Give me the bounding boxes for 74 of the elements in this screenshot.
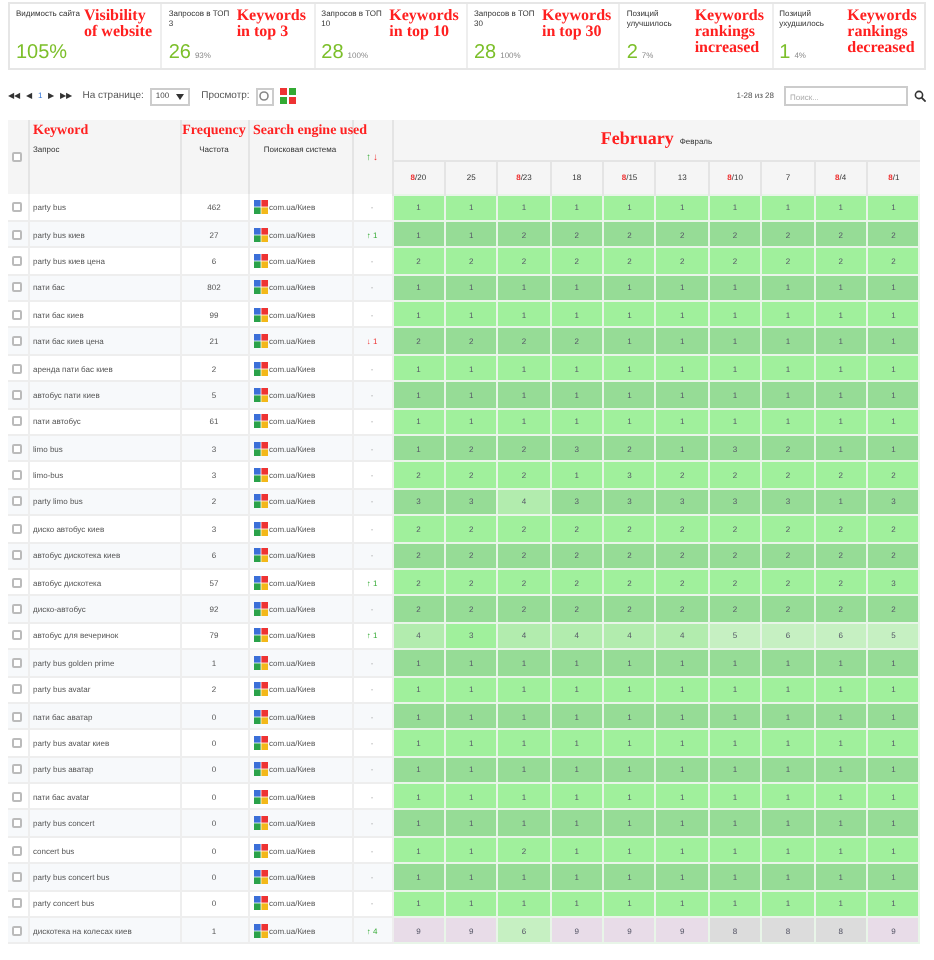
row-checkbox[interactable]	[12, 604, 23, 615]
four-squares-icon	[253, 414, 267, 429]
annotation-label: Keywords in top 10	[389, 8, 460, 44]
annotation-label: Keywords in top 30	[541, 8, 613, 44]
row-checkbox[interactable]	[12, 363, 23, 374]
summary-value: 28	[473, 44, 497, 64]
search-icon[interactable]	[914, 90, 926, 102]
four-squares-icon	[253, 387, 267, 402]
four-squares-icon	[253, 361, 267, 376]
four-squares-icon	[253, 441, 267, 456]
select-all-checkbox[interactable]	[12, 152, 23, 162]
four-squares-icon	[253, 762, 267, 777]
row-checkbox[interactable]	[12, 309, 23, 320]
annotation-label: Keywords rankings decreased	[847, 8, 918, 60]
four-squares-icon	[253, 253, 267, 268]
four-squares-icon	[253, 602, 267, 617]
four-squares-icon	[253, 709, 267, 724]
four-squares-icon	[253, 628, 267, 643]
four-squares-icon	[253, 655, 267, 670]
refresh-button[interactable]	[255, 87, 274, 105]
four-squares-icon	[253, 334, 267, 349]
row-checkbox[interactable]	[12, 791, 23, 802]
annotation-label: Keywords rankings increased	[694, 8, 766, 60]
row-checkbox[interactable]	[12, 470, 23, 481]
four-squares-icon	[253, 227, 267, 242]
summary-value: 26	[168, 44, 191, 64]
summary-value: 28	[321, 44, 344, 64]
grid-view-icon[interactable]	[279, 88, 296, 104]
annotation-label: Keywords in top 3	[236, 8, 308, 44]
four-squares-icon	[253, 494, 267, 509]
four-squares-icon	[253, 307, 267, 322]
four-squares-icon	[253, 923, 267, 938]
row-checkbox[interactable]	[12, 229, 23, 240]
row-checkbox[interactable]	[12, 684, 23, 695]
row-checkbox[interactable]	[12, 711, 23, 722]
four-squares-icon	[253, 682, 267, 697]
row-checkbox[interactable]	[12, 201, 23, 212]
row-checkbox[interactable]	[12, 845, 23, 856]
annotation-label: February	[600, 130, 674, 149]
row-checkbox[interactable]	[12, 255, 23, 266]
row-checkbox[interactable]	[12, 657, 23, 668]
row-checkbox[interactable]	[12, 496, 23, 507]
row-checkbox[interactable]	[12, 630, 23, 641]
row-checkbox[interactable]	[12, 336, 23, 347]
four-squares-icon	[253, 843, 267, 858]
four-squares-icon	[253, 548, 267, 563]
row-checkbox[interactable]	[12, 764, 23, 775]
summary-value: 105%	[16, 44, 68, 64]
row-checkbox[interactable]	[12, 925, 23, 936]
four-squares-icon	[253, 575, 267, 590]
four-squares-icon	[253, 468, 267, 483]
four-squares-icon	[253, 789, 267, 804]
row-checkbox[interactable]	[12, 282, 23, 293]
four-squares-icon	[253, 816, 267, 831]
row-checkbox[interactable]	[12, 389, 23, 400]
row-checkbox[interactable]	[12, 577, 23, 588]
row-checkbox[interactable]	[12, 871, 23, 882]
row-checkbox[interactable]	[12, 443, 23, 454]
row-checkbox[interactable]	[12, 738, 23, 748]
four-squares-icon	[253, 280, 267, 295]
summary-value: 1	[779, 44, 791, 64]
row-checkbox[interactable]	[12, 416, 23, 427]
four-squares-icon	[253, 521, 267, 536]
row-checkbox[interactable]	[12, 523, 23, 534]
annotation-label: Visibility of website	[84, 8, 154, 44]
caret-icon	[175, 93, 184, 99]
row-checkbox[interactable]	[12, 898, 23, 909]
four-squares-icon	[253, 736, 267, 750]
four-squares-icon	[253, 869, 267, 884]
four-squares-icon	[253, 896, 267, 911]
four-squares-icon	[253, 199, 267, 214]
row-checkbox[interactable]	[12, 550, 23, 561]
row-checkbox[interactable]	[12, 818, 23, 829]
summary-value: 2	[626, 44, 638, 64]
